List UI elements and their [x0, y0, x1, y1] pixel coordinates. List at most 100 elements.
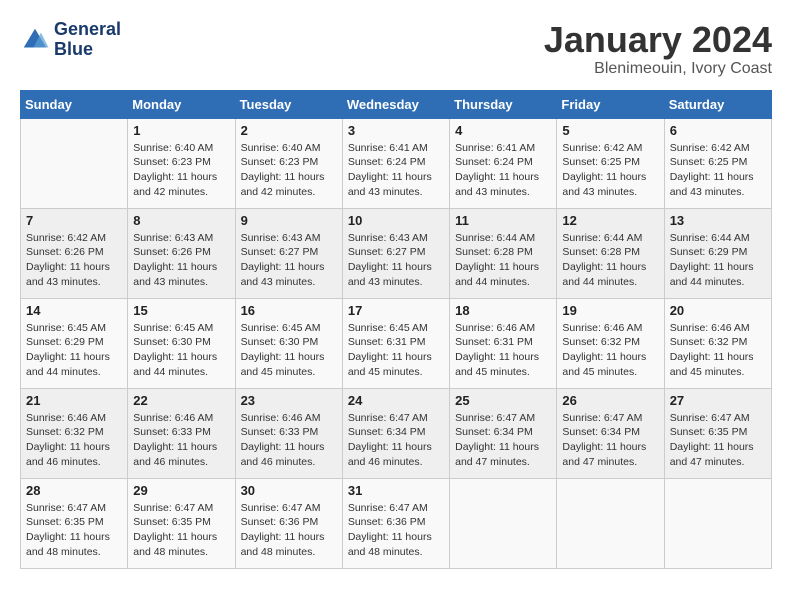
calendar-cell: 12 Sunrise: 6:44 AM Sunset: 6:28 PM Dayli…: [557, 208, 664, 298]
day-number: 30: [241, 483, 337, 498]
day-info: Sunrise: 6:46 AM Sunset: 6:31 PM Dayligh…: [455, 321, 551, 380]
calendar-cell: [450, 478, 557, 568]
day-info: Sunrise: 6:47 AM Sunset: 6:34 PM Dayligh…: [348, 411, 444, 470]
calendar-cell: 4Sunrise: 6:41 AM Sunset: 6:24 PM Daylig…: [450, 118, 557, 208]
day-number: 23: [241, 393, 337, 408]
day-info: Sunrise: 6:42 AM Sunset: 6:25 PM Dayligh…: [562, 141, 658, 200]
day-info: Sunrise: 6:47 AM Sunset: 6:34 PM Dayligh…: [562, 411, 658, 470]
day-info: Sunrise: 6:44 AM Sunset: 6:28 PM Dayligh…: [455, 231, 551, 290]
day-info: Sunrise: 6:46 AM Sunset: 6:33 PM Dayligh…: [241, 411, 337, 470]
day-number: 4: [455, 123, 551, 138]
calendar-header: SundayMondayTuesdayWednesdayThursdayFrid…: [21, 90, 772, 118]
day-info: Sunrise: 6:47 AM Sunset: 6:34 PM Dayligh…: [455, 411, 551, 470]
calendar-cell: 11 Sunrise: 6:44 AM Sunset: 6:28 PM Dayli…: [450, 208, 557, 298]
day-info: Sunrise: 6:42 AM Sunset: 6:25 PM Dayligh…: [670, 141, 766, 200]
day-info: Sunrise: 6:43 AM Sunset: 6:26 PM Dayligh…: [133, 231, 229, 290]
calendar-cell: 5 Sunrise: 6:42 AM Sunset: 6:25 PM Daylig…: [557, 118, 664, 208]
weekday-header-monday: Monday: [128, 90, 235, 118]
calendar-week-row: 21Sunrise: 6:46 AM Sunset: 6:32 PM Dayli…: [21, 388, 772, 478]
day-info: Sunrise: 6:45 AM Sunset: 6:30 PM Dayligh…: [133, 321, 229, 380]
weekday-header-tuesday: Tuesday: [235, 90, 342, 118]
day-number: 16: [241, 303, 337, 318]
calendar-cell: 14 Sunrise: 6:45 AM Sunset: 6:29 PM Dayli…: [21, 298, 128, 388]
day-number: 13: [670, 213, 766, 228]
calendar-title: January 2024: [544, 20, 772, 60]
day-number: 24: [348, 393, 444, 408]
day-number: 5: [562, 123, 658, 138]
day-number: 8: [133, 213, 229, 228]
day-number: 18: [455, 303, 551, 318]
logo-text: General Blue: [54, 20, 121, 60]
calendar-cell: 25 Sunrise: 6:47 AM Sunset: 6:34 PM Dayli…: [450, 388, 557, 478]
day-number: 25: [455, 393, 551, 408]
day-info: Sunrise: 6:47 AM Sunset: 6:35 PM Dayligh…: [26, 501, 122, 560]
calendar-cell: 2Sunrise: 6:40 AM Sunset: 6:23 PM Daylig…: [235, 118, 342, 208]
day-number: 1: [133, 123, 229, 138]
calendar-cell: 24 Sunrise: 6:47 AM Sunset: 6:34 PM Dayli…: [342, 388, 449, 478]
calendar-cell: 20 Sunrise: 6:46 AM Sunset: 6:32 PM Dayli…: [664, 298, 771, 388]
calendar-table: SundayMondayTuesdayWednesdayThursdayFrid…: [20, 90, 772, 569]
calendar-cell: 19 Sunrise: 6:46 AM Sunset: 6:32 PM Dayli…: [557, 298, 664, 388]
day-info: Sunrise: 6:42 AM Sunset: 6:26 PM Dayligh…: [26, 231, 122, 290]
calendar-cell: 3 Sunrise: 6:41 AM Sunset: 6:24 PM Daylig…: [342, 118, 449, 208]
day-number: 28: [26, 483, 122, 498]
calendar-cell: 26 Sunrise: 6:47 AM Sunset: 6:34 PM Dayli…: [557, 388, 664, 478]
calendar-cell: 27 Sunrise: 6:47 AM Sunset: 6:35 PM Dayli…: [664, 388, 771, 478]
day-number: 3: [348, 123, 444, 138]
day-info: Sunrise: 6:44 AM Sunset: 6:28 PM Dayligh…: [562, 231, 658, 290]
calendar-cell: 7Sunrise: 6:42 AM Sunset: 6:26 PM Daylig…: [21, 208, 128, 298]
day-number: 14: [26, 303, 122, 318]
calendar-cell: 29Sunrise: 6:47 AM Sunset: 6:35 PM Dayli…: [128, 478, 235, 568]
day-number: 31: [348, 483, 444, 498]
weekday-header-friday: Friday: [557, 90, 664, 118]
day-number: 19: [562, 303, 658, 318]
day-info: Sunrise: 6:46 AM Sunset: 6:32 PM Dayligh…: [26, 411, 122, 470]
weekday-header-saturday: Saturday: [664, 90, 771, 118]
day-info: Sunrise: 6:46 AM Sunset: 6:32 PM Dayligh…: [562, 321, 658, 380]
day-info: Sunrise: 6:47 AM Sunset: 6:35 PM Dayligh…: [670, 411, 766, 470]
day-number: 9: [241, 213, 337, 228]
calendar-cell: 31 Sunrise: 6:47 AM Sunset: 6:36 PM Dayli…: [342, 478, 449, 568]
day-number: 17: [348, 303, 444, 318]
day-info: Sunrise: 6:45 AM Sunset: 6:30 PM Dayligh…: [241, 321, 337, 380]
calendar-cell: 16 Sunrise: 6:45 AM Sunset: 6:30 PM Dayli…: [235, 298, 342, 388]
calendar-cell: 10Sunrise: 6:43 AM Sunset: 6:27 PM Dayli…: [342, 208, 449, 298]
calendar-cell: [21, 118, 128, 208]
day-info: Sunrise: 6:47 AM Sunset: 6:35 PM Dayligh…: [133, 501, 229, 560]
calendar-week-row: 14 Sunrise: 6:45 AM Sunset: 6:29 PM Dayli…: [21, 298, 772, 388]
day-info: Sunrise: 6:47 AM Sunset: 6:36 PM Dayligh…: [348, 501, 444, 560]
day-info: Sunrise: 6:45 AM Sunset: 6:31 PM Dayligh…: [348, 321, 444, 380]
calendar-cell: 9 Sunrise: 6:43 AM Sunset: 6:27 PM Daylig…: [235, 208, 342, 298]
day-info: Sunrise: 6:41 AM Sunset: 6:24 PM Dayligh…: [348, 141, 444, 200]
day-info: Sunrise: 6:43 AM Sunset: 6:27 PM Dayligh…: [241, 231, 337, 290]
day-number: 26: [562, 393, 658, 408]
day-number: 12: [562, 213, 658, 228]
weekday-header-row: SundayMondayTuesdayWednesdayThursdayFrid…: [21, 90, 772, 118]
calendar-cell: 18 Sunrise: 6:46 AM Sunset: 6:31 PM Dayli…: [450, 298, 557, 388]
calendar-cell: 6 Sunrise: 6:42 AM Sunset: 6:25 PM Daylig…: [664, 118, 771, 208]
day-number: 15: [133, 303, 229, 318]
logo-icon: [20, 25, 50, 55]
day-number: 2: [241, 123, 337, 138]
calendar-cell: 22Sunrise: 6:46 AM Sunset: 6:33 PM Dayli…: [128, 388, 235, 478]
day-number: 11: [455, 213, 551, 228]
calendar-cell: 8 Sunrise: 6:43 AM Sunset: 6:26 PM Daylig…: [128, 208, 235, 298]
day-number: 20: [670, 303, 766, 318]
day-info: Sunrise: 6:46 AM Sunset: 6:32 PM Dayligh…: [670, 321, 766, 380]
calendar-cell: 21Sunrise: 6:46 AM Sunset: 6:32 PM Dayli…: [21, 388, 128, 478]
day-info: Sunrise: 6:45 AM Sunset: 6:29 PM Dayligh…: [26, 321, 122, 380]
calendar-week-row: 28 Sunrise: 6:47 AM Sunset: 6:35 PM Dayli…: [21, 478, 772, 568]
calendar-body: 1 Sunrise: 6:40 AM Sunset: 6:23 PM Daylig…: [21, 118, 772, 568]
day-number: 6: [670, 123, 766, 138]
calendar-cell: 13Sunrise: 6:44 AM Sunset: 6:29 PM Dayli…: [664, 208, 771, 298]
logo: General Blue: [20, 20, 121, 60]
day-info: Sunrise: 6:40 AM Sunset: 6:23 PM Dayligh…: [133, 141, 229, 200]
calendar-cell: 17 Sunrise: 6:45 AM Sunset: 6:31 PM Dayli…: [342, 298, 449, 388]
calendar-cell: [664, 478, 771, 568]
weekday-header-thursday: Thursday: [450, 90, 557, 118]
calendar-week-row: 7Sunrise: 6:42 AM Sunset: 6:26 PM Daylig…: [21, 208, 772, 298]
weekday-header-sunday: Sunday: [21, 90, 128, 118]
day-info: Sunrise: 6:46 AM Sunset: 6:33 PM Dayligh…: [133, 411, 229, 470]
day-number: 27: [670, 393, 766, 408]
day-info: Sunrise: 6:43 AM Sunset: 6:27 PM Dayligh…: [348, 231, 444, 290]
